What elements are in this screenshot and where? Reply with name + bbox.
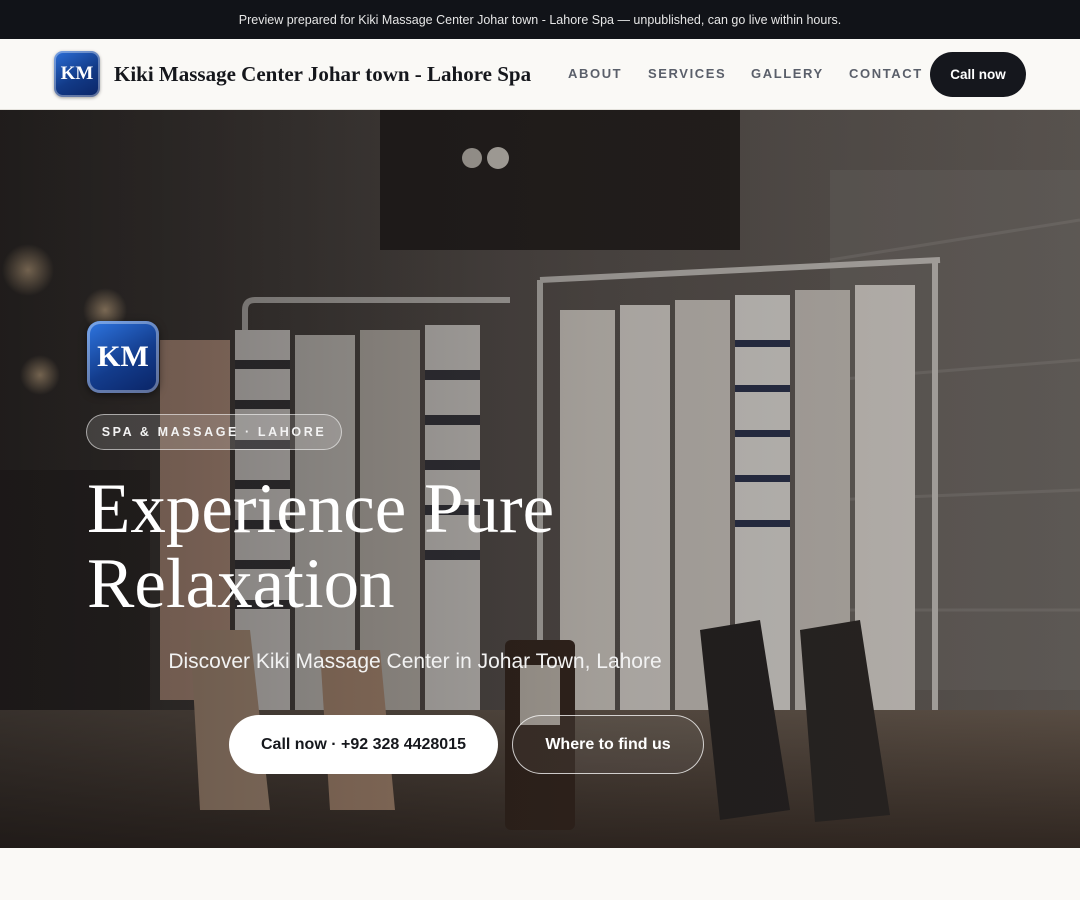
hero-category-badge: SPA & MASSAGE · LAHORE	[86, 414, 342, 450]
hero-find-us-button[interactable]: Where to find us	[512, 715, 704, 774]
hero-section: KM SPA & MASSAGE · LAHORE Experience Pur…	[0, 110, 1080, 848]
preview-banner-text: Preview prepared for Kiki Massage Center…	[238, 12, 842, 27]
nav-contact[interactable]: CONTACT	[849, 66, 923, 81]
call-now-button[interactable]: Call now	[930, 52, 1026, 97]
hero-title-line-2: Relaxation	[87, 545, 395, 623]
hero-title-line-1: Experience Pure	[87, 470, 555, 548]
hero-subtitle: Discover Kiki Massage Center in Johar To…	[168, 650, 662, 673]
brand-name[interactable]: Kiki Massage Center Johar town - Lahore …	[114, 62, 531, 87]
hero-title: Experience Pure Relaxation	[87, 472, 727, 622]
page-content-start	[0, 848, 1080, 900]
nav-gallery[interactable]: GALLERY	[751, 66, 824, 81]
preview-banner: Preview prepared for Kiki Massage Center…	[0, 0, 1080, 39]
nav-about[interactable]: ABOUT	[568, 66, 622, 81]
site-header: KM Kiki Massage Center Johar town - Laho…	[0, 39, 1080, 110]
hero-logo: KM	[87, 321, 159, 393]
nav-services[interactable]: SERVICES	[648, 66, 726, 81]
hero-call-button[interactable]: Call now · +92 328 4428015	[229, 715, 498, 774]
brand-logo[interactable]: KM	[54, 51, 100, 97]
